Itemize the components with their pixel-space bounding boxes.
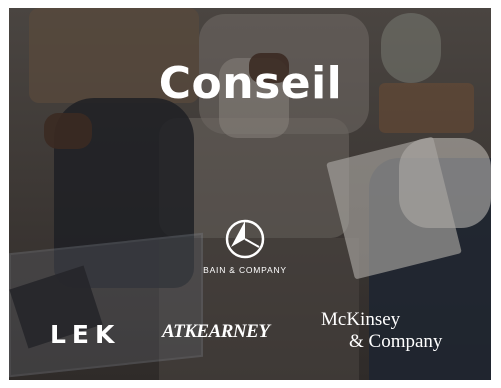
bain-compass-icon (225, 219, 265, 259)
mckinsey-line1: McKinsey (321, 309, 401, 330)
lek-logo: LEK (50, 320, 121, 349)
slide-title: Conseil (158, 58, 343, 109)
atkearney-logo: ATKEARNEY (162, 321, 270, 342)
bain-logo: BAIN & COMPANY (182, 217, 308, 275)
mckinsey-line2: & Company (349, 331, 443, 352)
mckinsey-logo: McKinsey & Company (321, 309, 442, 353)
clipboard (326, 136, 462, 280)
bain-logo-text: BAIN & COMPANY (203, 265, 287, 275)
hand (44, 113, 92, 149)
person-legs (54, 98, 194, 288)
second-person-arm (399, 138, 491, 228)
glass-table (9, 232, 203, 378)
